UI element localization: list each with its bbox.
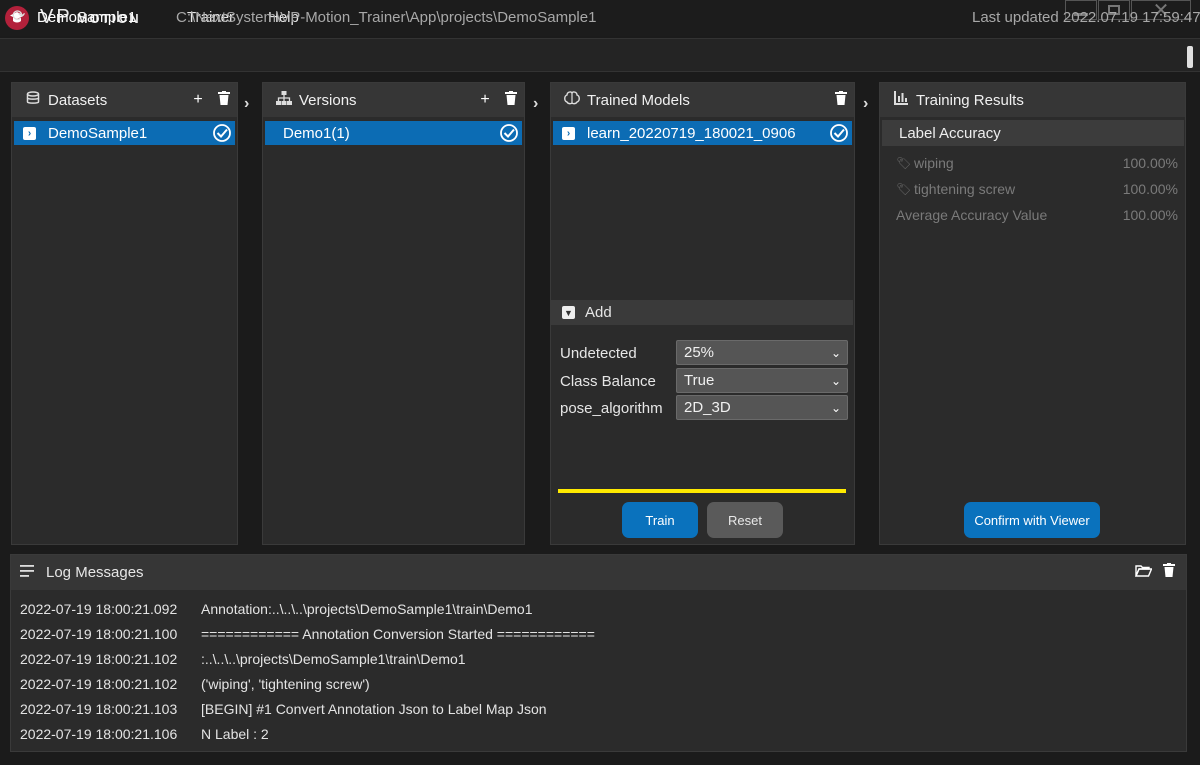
collapse-icon: ▼ (562, 306, 575, 319)
scrollbar-thumb[interactable] (1187, 46, 1193, 68)
undetected-select[interactable]: 25% ⌄ (676, 340, 848, 365)
database-icon (22, 91, 44, 109)
chevron-down-icon: ⌄ (830, 345, 842, 360)
log-line: 2022-07-19 18:00:21.102 :..\..\..\projec… (20, 651, 466, 667)
result-row: Average Accuracy Value 100.00% (896, 205, 1178, 225)
add-version-icon[interactable]: + (472, 91, 498, 109)
model-item[interactable]: › learn_20220719_180021_0906 (553, 121, 852, 145)
list-icon (20, 564, 40, 581)
log-line: 2022-07-19 18:00:21.102 ('wiping', 'tigh… (20, 676, 370, 692)
class-balance-select[interactable]: True ⌄ (676, 368, 848, 393)
log-line: 2022-07-19 18:00:21.092 Annotation:..\..… (20, 601, 533, 617)
delete-model-icon[interactable] (828, 90, 854, 110)
log-line: 2022-07-19 18:00:21.100 ============ Ann… (20, 626, 595, 642)
clear-log-icon[interactable] (1156, 563, 1182, 582)
log-message: ('wiping', 'tightening screw') (201, 676, 370, 692)
versions-title: Versions (299, 91, 357, 109)
datasets-header: Datasets + (12, 83, 237, 117)
trained-models-header: Trained Models (551, 83, 854, 117)
versions-header: Versions + (263, 83, 524, 117)
result-row: 🏷︎ wiping 100.00% (896, 153, 1178, 173)
model-item-label: learn_20220719_180021_0906 (587, 124, 796, 142)
last-updated: Last updated 2022.07.19 17:59:47. (972, 9, 1200, 26)
refresh-icon[interactable]: ⟳ (12, 6, 25, 26)
path-bar (0, 38, 1200, 72)
trained-models-title: Trained Models (587, 91, 690, 109)
tag-icon: 🏷︎ (896, 156, 912, 170)
training-results-panel: Training Results (879, 82, 1186, 545)
pose-algorithm-select[interactable]: 2D_3D ⌄ (676, 395, 848, 420)
dataset-item[interactable]: › DemoSample1 (14, 121, 235, 145)
confirm-with-viewer-button[interactable]: Confirm with Viewer (964, 502, 1100, 538)
add-section-header[interactable]: ▼ Add (551, 300, 853, 325)
bar-chart-icon (890, 91, 912, 109)
add-dataset-icon[interactable]: + (185, 91, 211, 109)
pose-algorithm-value: 2D_3D (684, 399, 731, 416)
chevron-right-icon: › (562, 126, 575, 140)
training-results-title: Training Results (916, 91, 1024, 109)
log-message: Annotation:..\..\..\projects\DemoSample1… (201, 601, 533, 617)
project-path: C:\NextSystem\VP-Motion_Trainer\App\proj… (176, 9, 597, 26)
dataset-item-label: DemoSample1 (48, 124, 148, 142)
result-name: wiping (914, 155, 954, 171)
brain-icon (561, 91, 583, 109)
log-message: [BEGIN] #1 Convert Annotation Json to La… (201, 701, 547, 717)
reset-button[interactable]: Reset (707, 502, 783, 538)
label-accuracy-title: Label Accuracy (899, 124, 1001, 142)
log-timestamp: 2022-07-19 18:00:21.092 (20, 601, 178, 617)
check-circle-icon (830, 124, 848, 142)
project-name: DemoSample1 (37, 9, 137, 26)
log-timestamp: 2022-07-19 18:00:21.102 (20, 651, 178, 667)
undetected-label: Undetected (560, 345, 637, 362)
open-folder-icon[interactable] (1130, 564, 1156, 582)
chevron-right-icon: › (244, 95, 250, 112)
pose-algorithm-label: pose_algorithm (560, 400, 663, 417)
chevron-right-icon: › (863, 95, 869, 112)
check-circle-icon (213, 124, 231, 142)
chevron-down-icon: ⌄ (830, 400, 842, 415)
check-circle-icon (500, 124, 518, 142)
log-timestamp: 2022-07-19 18:00:21.102 (20, 676, 178, 692)
training-results-header: Training Results (880, 83, 1185, 117)
log-timestamp: 2022-07-19 18:00:21.103 (20, 701, 178, 717)
log-message: :..\..\..\projects\DemoSample1\train\Dem… (201, 651, 466, 667)
train-button[interactable]: Train (622, 502, 698, 538)
chevron-right-icon: › (23, 126, 36, 140)
result-name: Average Accuracy Value (896, 207, 1048, 223)
versions-panel: Versions + Demo1(1) (262, 82, 525, 545)
log-line: 2022-07-19 18:00:21.106 N Label : 2 (20, 726, 269, 742)
tag-icon: 🏷︎ (896, 182, 912, 196)
result-row: 🏷︎ tightening screw 100.00% (896, 179, 1178, 199)
chevron-down-icon: ⌄ (830, 373, 842, 388)
result-value: 100.00% (1122, 155, 1178, 171)
class-balance-label: Class Balance (560, 373, 656, 390)
version-item-label: Demo1(1) (283, 124, 350, 142)
training-progress-bar (558, 489, 846, 493)
log-title: Log Messages (46, 564, 144, 581)
result-name: tightening screw (914, 181, 1016, 197)
add-section-label: Add (585, 304, 612, 321)
delete-dataset-icon[interactable] (211, 90, 237, 110)
datasets-title: Datasets (48, 91, 108, 109)
undetected-value: 25% (684, 344, 715, 361)
class-balance-value: True (684, 372, 715, 389)
log-timestamp: 2022-07-19 18:00:21.100 (20, 626, 178, 642)
log-message: N Label : 2 (201, 726, 269, 742)
chevron-right-icon: › (533, 95, 539, 112)
delete-version-icon[interactable] (498, 90, 524, 110)
hierarchy-icon (273, 91, 295, 109)
log-message: ============ Annotation Conversion Start… (201, 626, 595, 642)
version-item[interactable]: Demo1(1) (265, 121, 522, 145)
result-value: 100.00% (1122, 207, 1178, 223)
log-header: Log Messages (11, 555, 1186, 590)
label-accuracy-header: Label Accuracy (882, 120, 1184, 146)
result-value: 100.00% (1122, 181, 1178, 197)
log-timestamp: 2022-07-19 18:00:21.106 (20, 726, 178, 742)
log-line: 2022-07-19 18:00:21.103 [BEGIN] #1 Conve… (20, 701, 547, 717)
datasets-panel: Datasets + › DemoSample1 (11, 82, 238, 545)
